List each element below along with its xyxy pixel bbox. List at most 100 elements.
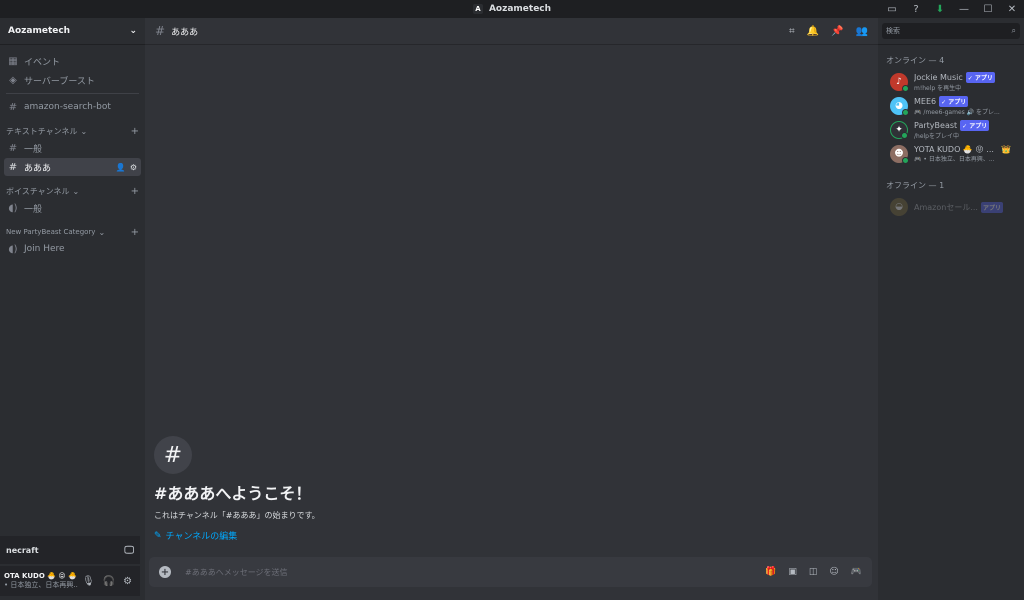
sidebar-item-events[interactable]: ▦ イベント [4, 52, 141, 70]
hash-icon: # [8, 161, 18, 173]
threads-icon[interactable]: ⌗ [789, 26, 795, 37]
speaker-icon: ◖) [8, 202, 18, 214]
channel-welcome: # #あああへようこそ！ これはチャンネル「#あああ」の始まりです。 ✎ チャン… [154, 436, 320, 542]
channel-general-voice[interactable]: ◖) 一般 [4, 199, 141, 217]
app-title-group: A Aozametech [472, 4, 552, 14]
divider [6, 93, 139, 94]
emoji-icon[interactable]: ☺ [829, 567, 838, 577]
inbox-icon[interactable]: ▭ [880, 0, 904, 18]
online-status-dot [902, 109, 909, 116]
add-channel-icon[interactable]: + [131, 227, 139, 238]
chevron-down-icon: ⌄ [72, 186, 80, 196]
sidebar-item-label: サーバーブースト [24, 76, 95, 87]
online-status-dot [901, 132, 908, 139]
add-channel-icon[interactable]: + [131, 126, 139, 137]
help-icon[interactable]: ? [904, 0, 928, 18]
avatar: ✦ [890, 121, 908, 139]
member-status: m!help を再生中 [914, 85, 962, 92]
user-status: • 日本独立、日本再興... [4, 581, 78, 589]
message-input[interactable]: #あああへメッセージを送信 [185, 567, 288, 578]
member-name: Jockie Music [914, 73, 963, 82]
hash-icon: # [154, 436, 192, 474]
hash-icon: # [8, 101, 18, 113]
headphones-icon[interactable]: 🎧 [103, 576, 115, 587]
titlebar: A Aozametech ▭ ? ⬇ — ☐ ✕ [0, 0, 1024, 18]
minimize-icon[interactable]: — [952, 0, 976, 18]
calendar-icon: ▦ [8, 55, 18, 67]
plus-icon[interactable]: + [159, 566, 171, 578]
user-info[interactable]: OTA KUDO 🐣 😝 🐣 • 日本独立、日本再興... [4, 572, 78, 590]
sidebar-item-label: イベント [24, 57, 61, 68]
channel-label: amazon-search-bot [24, 102, 111, 112]
member-list: 検索 ⌕ オンライン — 4 ♪ Jockie Music ✓ アプリ m!hel… [878, 18, 1024, 600]
category-voice-channels[interactable]: ボイスチャンネル ⌄ + [0, 184, 145, 198]
titlebar-controls: ▭ ? ⬇ — ☐ ✕ [880, 0, 1024, 18]
server-header[interactable]: Aozametech ⌄ [0, 18, 145, 45]
member-partybeast[interactable]: ✦ PartyBeast ✓ アプリ /helpをプレイ中 [878, 118, 1024, 142]
edit-channel-link[interactable]: ✎ チャンネルの編集 [154, 529, 320, 543]
welcome-subtitle: これはチャンネル「#あああ」の始まりです。 [154, 511, 320, 520]
server-name: Aozametech [8, 26, 71, 36]
edit-channel-label: チャンネルの編集 [165, 532, 238, 542]
members-icon[interactable]: 👥 [856, 26, 868, 37]
chevron-down-icon: ⌄ [129, 26, 137, 36]
chat-area: # あああ ⌗ 🔔 📌 👥 # #あああへようこそ！ これはチャンネル「#あああ… [145, 18, 878, 600]
search-placeholder: 検索 [886, 27, 900, 35]
member-amazon-sale[interactable]: ◒ Amazonセール... アプリ [878, 195, 1024, 219]
crown-icon: 👑 [1000, 145, 1011, 154]
member-name: Amazonセール... [914, 202, 978, 212]
add-channel-icon[interactable]: + [131, 186, 139, 197]
category-label: New PartyBeast Category [6, 228, 96, 236]
channel-label: 一般 [24, 204, 43, 215]
member-mee6[interactable]: ◕ MEE6 ✓ アプリ 🎮 /mee6-games 🔊 をプレ... [878, 94, 1024, 118]
voice-activity-panel[interactable]: necraft 🖵 [0, 536, 140, 564]
sticker-icon[interactable]: ◫ [809, 567, 818, 577]
channel-aaa[interactable]: # あああ 👤 ⚙ [4, 158, 141, 176]
search-input[interactable]: 検索 ⌕ [882, 23, 1020, 39]
offline-header: オフライン — 1 [886, 181, 945, 190]
voice-activity-label: necraft [6, 545, 39, 555]
channel-label: Join Here [24, 244, 65, 254]
hash-icon: # [8, 142, 18, 154]
category-partybeast[interactable]: New PartyBeast Category ⌄ + [0, 225, 145, 239]
channel-amazon-search-bot[interactable]: # amazon-search-bot [4, 98, 141, 116]
channel-general-text[interactable]: # 一般 [4, 139, 141, 157]
gif-icon[interactable]: ▣ [788, 567, 797, 577]
app-badge: ✓ アプリ [965, 72, 995, 83]
category-text-channels[interactable]: テキストチャンネル ⌄ + [0, 124, 145, 138]
sidebar-item-boost[interactable]: ◈ サーバーブースト [4, 71, 141, 89]
member-name: MEE6 [914, 97, 937, 106]
channel-join-here[interactable]: ◖) Join Here [4, 240, 141, 258]
member-status: 🎮 /mee6-games 🔊 をプレ... [914, 109, 1000, 116]
category-label: ボイスチャンネル [6, 186, 70, 196]
bell-icon[interactable]: 🔔 [807, 26, 819, 37]
member-jockie-music[interactable]: ♪ Jockie Music ✓ アプリ m!help を再生中 [878, 70, 1024, 94]
channel-title: あああ [171, 27, 199, 38]
microphone-icon[interactable]: 🎙 [82, 576, 95, 587]
avatar: ☻ [890, 145, 909, 164]
close-icon[interactable]: ✕ [1000, 0, 1024, 18]
maximize-icon[interactable]: ☐ [976, 0, 1000, 18]
member-name: YOTA KUDO 🐣 😝 ... [914, 145, 994, 154]
online-status-dot [902, 157, 909, 164]
app-badge: ✓ アプリ [960, 120, 990, 131]
pencil-icon: ✎ [154, 530, 162, 541]
gear-icon[interactable]: ⚙ [130, 163, 137, 172]
pin-icon[interactable]: 📌 [831, 26, 843, 37]
add-member-icon[interactable]: 👤 [116, 163, 126, 172]
online-header: オンライン — 4 [886, 56, 945, 65]
user-name: OTA KUDO 🐣 😝 🐣 [4, 572, 77, 580]
member-status: /helpをプレイ中 [914, 133, 959, 140]
message-composer[interactable]: + #あああへメッセージを送信 🎁 ▣ ◫ ☺ 🎮 [149, 557, 872, 587]
gift-icon[interactable]: 🎁 [765, 567, 776, 577]
app-title: Aozametech [488, 4, 552, 14]
boost-icon: ◈ [9, 74, 17, 86]
member-yota-kudo[interactable]: ☻ YOTA KUDO 🐣 😝 ... 👑 🎮 • 日本独立、日本再興、... [878, 142, 1024, 166]
screen-share-icon[interactable]: 🖵 [124, 545, 134, 556]
download-icon[interactable]: ⬇ [928, 0, 952, 18]
avatar: ◕ [890, 97, 909, 116]
gamepad-icon[interactable]: 🎮 [851, 567, 862, 577]
app-badge: ✓ アプリ [939, 96, 969, 107]
gear-icon[interactable]: ⚙ [123, 576, 132, 587]
welcome-title: #あああへようこそ！ [154, 484, 312, 503]
